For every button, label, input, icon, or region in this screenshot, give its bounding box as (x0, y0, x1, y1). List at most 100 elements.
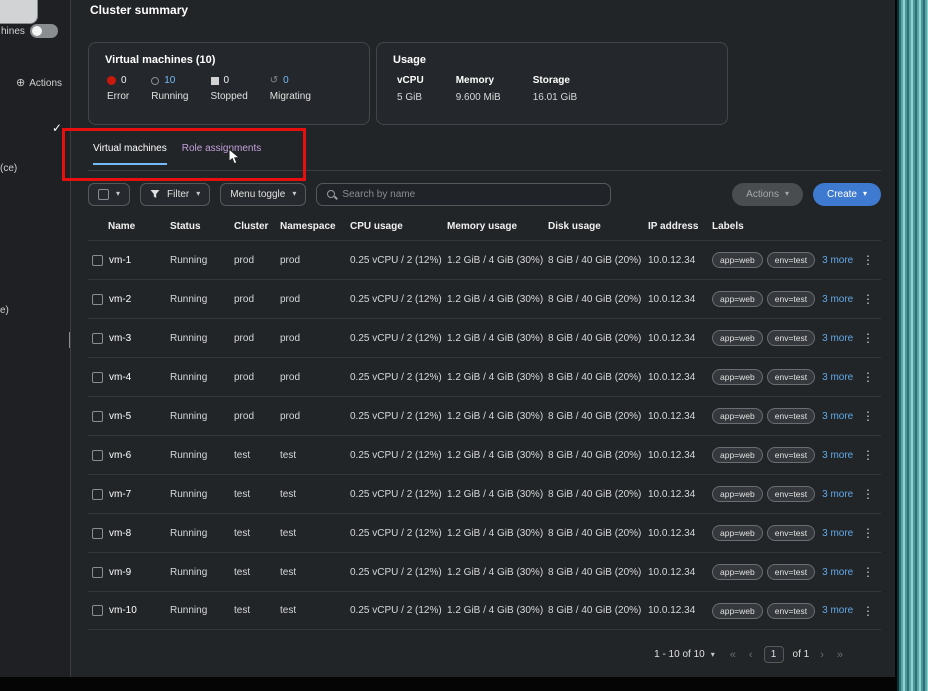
caret-down-icon: ▾ (785, 190, 789, 198)
row-checkbox[interactable] (92, 450, 103, 461)
kebab-menu-icon[interactable]: ⋮ (855, 565, 881, 579)
stat-label: Stopped (211, 91, 248, 102)
column-header-name[interactable]: Name (88, 221, 170, 232)
filter-dropdown[interactable]: Filter ▾ (140, 183, 210, 206)
table-row: vm-9 Running test test 0.25 vCPU / 2 (12… (88, 552, 881, 591)
kebab-menu-icon[interactable]: ⋮ (855, 526, 881, 540)
more-labels-link[interactable]: 3 more (822, 605, 853, 616)
more-labels-link[interactable]: 3 more (822, 567, 853, 578)
more-labels-link[interactable]: 3 more (822, 333, 853, 344)
row-checkbox[interactable] (92, 605, 103, 616)
vm-namespace: prod (280, 372, 350, 383)
stat-value[interactable]: 0 (283, 75, 289, 86)
stopped-icon (211, 77, 219, 85)
label-pill: env=test (767, 408, 815, 424)
current-page-input[interactable] (764, 646, 784, 663)
usage-stat-vcpu: vCPU 5 GiB (397, 75, 424, 103)
sidebar-actions-button[interactable]: ⊕ Actions (16, 78, 62, 89)
search-input[interactable] (342, 189, 600, 200)
vm-name-link[interactable]: vm-1 (109, 255, 131, 266)
last-page-button[interactable]: » (835, 649, 845, 661)
sidebar-item-fragment[interactable]: e) (0, 305, 9, 316)
kebab-menu-icon[interactable]: ⋮ (855, 331, 881, 345)
vm-status: Running (170, 411, 234, 422)
vm-name-link[interactable]: vm-7 (109, 489, 131, 500)
first-page-button[interactable]: « (728, 649, 738, 661)
more-labels-link[interactable]: 3 more (822, 294, 853, 305)
more-labels-link[interactable]: 3 more (822, 450, 853, 461)
vm-memory-usage: 1.2 GiB / 4 GiB (30%) (447, 605, 548, 616)
label-pill: env=test (767, 369, 815, 385)
more-labels-link[interactable]: 3 more (822, 528, 853, 539)
labels-cell: app=webenv=test3 more (712, 486, 855, 502)
bulk-select-dropdown[interactable]: ▾ (88, 183, 130, 206)
label-pill: env=test (767, 447, 815, 463)
error-icon (107, 76, 116, 85)
vm-name-link[interactable]: vm-4 (109, 372, 131, 383)
toggle-switch[interactable] (30, 24, 58, 38)
row-checkbox[interactable] (92, 528, 103, 539)
column-header-labels[interactable]: Labels (712, 221, 855, 232)
caret-down-icon: ▾ (196, 190, 200, 198)
prev-page-button[interactable]: ‹ (747, 649, 755, 661)
select-all-checkbox[interactable] (98, 189, 109, 200)
vm-name-link[interactable]: vm-5 (109, 411, 131, 422)
column-header-ip[interactable]: IP address (648, 221, 712, 232)
kebab-menu-icon[interactable]: ⋮ (855, 604, 881, 618)
row-checkbox[interactable] (92, 333, 103, 344)
more-labels-link[interactable]: 3 more (822, 411, 853, 422)
vm-ip-address: 10.0.12.34 (648, 450, 712, 461)
row-checkbox[interactable] (92, 294, 103, 305)
row-checkbox[interactable] (92, 489, 103, 500)
create-button[interactable]: Create ▾ (813, 183, 881, 206)
vm-namespace: test (280, 528, 350, 539)
vm-name-link[interactable]: vm-10 (109, 605, 137, 616)
column-header-disk[interactable]: Disk usage (548, 221, 648, 232)
row-checkbox[interactable] (92, 372, 103, 383)
more-labels-link[interactable]: 3 more (822, 489, 853, 500)
stat-value[interactable]: 10 (164, 75, 175, 86)
tab-role-assignments[interactable]: Role assignments (182, 143, 261, 165)
vm-status: Running (170, 372, 234, 383)
label-pill: app=web (712, 291, 763, 307)
tab-virtual-machines[interactable]: Virtual machines (93, 143, 167, 165)
menu-toggle-label: Menu toggle (230, 189, 285, 200)
labels-cell: app=webenv=test3 more (712, 252, 855, 268)
column-header-cpu[interactable]: CPU usage (350, 221, 447, 232)
next-page-button[interactable]: › (818, 649, 826, 661)
kebab-menu-icon[interactable]: ⋮ (855, 448, 881, 462)
row-checkbox[interactable] (92, 255, 103, 266)
vm-memory-usage: 1.2 GiB / 4 GiB (30%) (447, 489, 548, 500)
toolbar: ▾ Filter ▾ Menu toggle ▾ Actions ▾ Creat… (88, 181, 881, 207)
kebab-menu-icon[interactable]: ⋮ (855, 253, 881, 267)
row-checkbox[interactable] (92, 411, 103, 422)
more-labels-link[interactable]: 3 more (822, 372, 853, 383)
menu-toggle-dropdown[interactable]: Menu toggle ▾ (220, 183, 306, 206)
vm-cpu-usage: 0.25 vCPU / 2 (12%) (350, 528, 447, 539)
vm-status: Running (170, 489, 234, 500)
column-header-namespace[interactable]: Namespace (280, 221, 350, 232)
row-checkbox[interactable] (92, 567, 103, 578)
vm-name-link[interactable]: vm-3 (109, 333, 131, 344)
vm-cpu-usage: 0.25 vCPU / 2 (12%) (350, 567, 447, 578)
stat-label: Migrating (270, 91, 311, 102)
kebab-menu-icon[interactable]: ⋮ (855, 409, 881, 423)
labels-cell: app=webenv=test3 more (712, 564, 855, 580)
column-header-status[interactable]: Status (170, 221, 234, 232)
vm-name-link[interactable]: vm-2 (109, 294, 131, 305)
more-labels-link[interactable]: 3 more (822, 255, 853, 266)
vm-name-link[interactable]: vm-8 (109, 528, 131, 539)
vm-name-link[interactable]: vm-9 (109, 567, 131, 578)
main-panel: Cluster summary Virtual machines (10) 0 … (71, 0, 895, 677)
per-page-dropdown[interactable]: 1 - 10 of 10 ▾ (654, 649, 715, 660)
actions-button[interactable]: Actions ▾ (732, 183, 803, 206)
kebab-menu-icon[interactable]: ⋮ (855, 370, 881, 384)
column-header-cluster[interactable]: Cluster (234, 221, 280, 232)
stat-label: Error (107, 91, 129, 102)
column-header-memory[interactable]: Memory usage (447, 221, 548, 232)
vm-name-link[interactable]: vm-6 (109, 450, 131, 461)
label-pill: env=test (767, 564, 815, 580)
kebab-menu-icon[interactable]: ⋮ (855, 487, 881, 501)
sidebar-item-fragment[interactable]: (ce) (0, 163, 17, 174)
kebab-menu-icon[interactable]: ⋮ (855, 292, 881, 306)
